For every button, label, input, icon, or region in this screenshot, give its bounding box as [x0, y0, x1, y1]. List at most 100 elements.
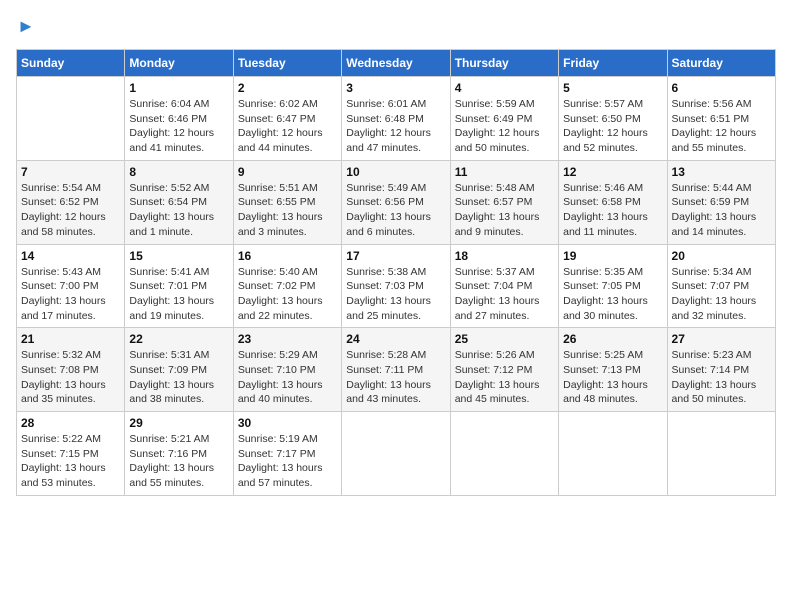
- calendar-cell: [450, 412, 558, 496]
- calendar-cell: 3 Sunrise: 6:01 AM Sunset: 6:48 PM Daylig…: [342, 77, 450, 161]
- calendar-header-row: SundayMondayTuesdayWednesdayThursdayFrid…: [17, 50, 776, 77]
- calendar-cell: 14 Sunrise: 5:43 AM Sunset: 7:00 PM Dayli…: [17, 244, 125, 328]
- calendar-cell: 27 Sunrise: 5:23 AM Sunset: 7:14 PM Dayli…: [667, 328, 775, 412]
- calendar-cell: 19 Sunrise: 5:35 AM Sunset: 7:05 PM Dayli…: [559, 244, 667, 328]
- calendar-week-row: 14 Sunrise: 5:43 AM Sunset: 7:00 PM Dayli…: [17, 244, 776, 328]
- calendar-cell: 11 Sunrise: 5:48 AM Sunset: 6:57 PM Dayli…: [450, 160, 558, 244]
- calendar-cell: 10 Sunrise: 5:49 AM Sunset: 6:56 PM Dayli…: [342, 160, 450, 244]
- day-number: 28: [21, 416, 120, 430]
- day-info: Sunrise: 5:52 AM Sunset: 6:54 PM Dayligh…: [129, 181, 228, 240]
- calendar-week-row: 21 Sunrise: 5:32 AM Sunset: 7:08 PM Dayli…: [17, 328, 776, 412]
- day-number: 3: [346, 81, 445, 95]
- day-info: Sunrise: 5:19 AM Sunset: 7:17 PM Dayligh…: [238, 432, 337, 491]
- column-header-saturday: Saturday: [667, 50, 775, 77]
- day-number: 1: [129, 81, 228, 95]
- column-header-tuesday: Tuesday: [233, 50, 341, 77]
- day-info: Sunrise: 5:48 AM Sunset: 6:57 PM Dayligh…: [455, 181, 554, 240]
- day-number: 7: [21, 165, 120, 179]
- calendar-cell: 8 Sunrise: 5:52 AM Sunset: 6:54 PM Daylig…: [125, 160, 233, 244]
- column-header-wednesday: Wednesday: [342, 50, 450, 77]
- calendar-cell: 28 Sunrise: 5:22 AM Sunset: 7:15 PM Dayli…: [17, 412, 125, 496]
- day-number: 9: [238, 165, 337, 179]
- day-info: Sunrise: 6:02 AM Sunset: 6:47 PM Dayligh…: [238, 97, 337, 156]
- day-number: 18: [455, 249, 554, 263]
- calendar-cell: 26 Sunrise: 5:25 AM Sunset: 7:13 PM Dayli…: [559, 328, 667, 412]
- day-number: 10: [346, 165, 445, 179]
- day-info: Sunrise: 5:54 AM Sunset: 6:52 PM Dayligh…: [21, 181, 120, 240]
- day-number: 15: [129, 249, 228, 263]
- day-info: Sunrise: 5:37 AM Sunset: 7:04 PM Dayligh…: [455, 265, 554, 324]
- day-info: Sunrise: 5:28 AM Sunset: 7:11 PM Dayligh…: [346, 348, 445, 407]
- day-number: 11: [455, 165, 554, 179]
- day-info: Sunrise: 5:31 AM Sunset: 7:09 PM Dayligh…: [129, 348, 228, 407]
- day-info: Sunrise: 5:26 AM Sunset: 7:12 PM Dayligh…: [455, 348, 554, 407]
- day-info: Sunrise: 5:29 AM Sunset: 7:10 PM Dayligh…: [238, 348, 337, 407]
- day-info: Sunrise: 5:41 AM Sunset: 7:01 PM Dayligh…: [129, 265, 228, 324]
- calendar-cell: 9 Sunrise: 5:51 AM Sunset: 6:55 PM Daylig…: [233, 160, 341, 244]
- calendar-cell: 7 Sunrise: 5:54 AM Sunset: 6:52 PM Daylig…: [17, 160, 125, 244]
- day-number: 20: [672, 249, 771, 263]
- calendar-table: SundayMondayTuesdayWednesdayThursdayFrid…: [16, 49, 776, 496]
- day-info: Sunrise: 5:21 AM Sunset: 7:16 PM Dayligh…: [129, 432, 228, 491]
- day-info: Sunrise: 5:59 AM Sunset: 6:49 PM Dayligh…: [455, 97, 554, 156]
- calendar-cell: 18 Sunrise: 5:37 AM Sunset: 7:04 PM Dayli…: [450, 244, 558, 328]
- calendar-cell: 25 Sunrise: 5:26 AM Sunset: 7:12 PM Dayli…: [450, 328, 558, 412]
- day-info: Sunrise: 5:44 AM Sunset: 6:59 PM Dayligh…: [672, 181, 771, 240]
- column-header-friday: Friday: [559, 50, 667, 77]
- day-number: 13: [672, 165, 771, 179]
- calendar-cell: [342, 412, 450, 496]
- day-info: Sunrise: 5:56 AM Sunset: 6:51 PM Dayligh…: [672, 97, 771, 156]
- day-number: 19: [563, 249, 662, 263]
- day-number: 26: [563, 332, 662, 346]
- day-number: 24: [346, 332, 445, 346]
- calendar-cell: [559, 412, 667, 496]
- day-info: Sunrise: 5:35 AM Sunset: 7:05 PM Dayligh…: [563, 265, 662, 324]
- calendar-cell: 15 Sunrise: 5:41 AM Sunset: 7:01 PM Dayli…: [125, 244, 233, 328]
- calendar-cell: 4 Sunrise: 5:59 AM Sunset: 6:49 PM Daylig…: [450, 77, 558, 161]
- day-info: Sunrise: 6:01 AM Sunset: 6:48 PM Dayligh…: [346, 97, 445, 156]
- day-number: 23: [238, 332, 337, 346]
- calendar-cell: [667, 412, 775, 496]
- calendar-cell: [17, 77, 125, 161]
- day-number: 22: [129, 332, 228, 346]
- day-number: 27: [672, 332, 771, 346]
- calendar-cell: 29Sunrise: 5:21 AM Sunset: 7:16 PM Dayli…: [125, 412, 233, 496]
- day-info: Sunrise: 5:40 AM Sunset: 7:02 PM Dayligh…: [238, 265, 337, 324]
- day-info: Sunrise: 5:23 AM Sunset: 7:14 PM Dayligh…: [672, 348, 771, 407]
- calendar-cell: 6Sunrise: 5:56 AM Sunset: 6:51 PM Daylig…: [667, 77, 775, 161]
- page-header: ►: [16, 16, 776, 37]
- calendar-cell: 24 Sunrise: 5:28 AM Sunset: 7:11 PM Dayli…: [342, 328, 450, 412]
- day-info: Sunrise: 6:04 AM Sunset: 6:46 PM Dayligh…: [129, 97, 228, 156]
- calendar-cell: 30 Sunrise: 5:19 AM Sunset: 7:17 PM Dayli…: [233, 412, 341, 496]
- day-number: 5: [563, 81, 662, 95]
- calendar-cell: 16 Sunrise: 5:40 AM Sunset: 7:02 PM Dayli…: [233, 244, 341, 328]
- day-info: Sunrise: 5:22 AM Sunset: 7:15 PM Dayligh…: [21, 432, 120, 491]
- calendar-cell: 1 Sunrise: 6:04 AM Sunset: 6:46 PM Daylig…: [125, 77, 233, 161]
- day-number: 2: [238, 81, 337, 95]
- calendar-cell: 20Sunrise: 5:34 AM Sunset: 7:07 PM Dayli…: [667, 244, 775, 328]
- column-header-monday: Monday: [125, 50, 233, 77]
- day-number: 21: [21, 332, 120, 346]
- day-number: 4: [455, 81, 554, 95]
- day-info: Sunrise: 5:25 AM Sunset: 7:13 PM Dayligh…: [563, 348, 662, 407]
- day-number: 25: [455, 332, 554, 346]
- day-info: Sunrise: 5:49 AM Sunset: 6:56 PM Dayligh…: [346, 181, 445, 240]
- day-number: 8: [129, 165, 228, 179]
- day-number: 16: [238, 249, 337, 263]
- logo-arrow-icon: ►: [17, 16, 35, 37]
- logo: ►: [16, 16, 35, 37]
- day-number: 17: [346, 249, 445, 263]
- calendar-cell: 12Sunrise: 5:46 AM Sunset: 6:58 PM Dayli…: [559, 160, 667, 244]
- column-header-sunday: Sunday: [17, 50, 125, 77]
- calendar-week-row: 7 Sunrise: 5:54 AM Sunset: 6:52 PM Daylig…: [17, 160, 776, 244]
- day-info: Sunrise: 5:38 AM Sunset: 7:03 PM Dayligh…: [346, 265, 445, 324]
- day-info: Sunrise: 5:43 AM Sunset: 7:00 PM Dayligh…: [21, 265, 120, 324]
- day-info: Sunrise: 5:51 AM Sunset: 6:55 PM Dayligh…: [238, 181, 337, 240]
- calendar-cell: 5Sunrise: 5:57 AM Sunset: 6:50 PM Daylig…: [559, 77, 667, 161]
- day-number: 30: [238, 416, 337, 430]
- day-number: 12: [563, 165, 662, 179]
- calendar-cell: 22 Sunrise: 5:31 AM Sunset: 7:09 PM Dayli…: [125, 328, 233, 412]
- day-number: 14: [21, 249, 120, 263]
- day-info: Sunrise: 5:32 AM Sunset: 7:08 PM Dayligh…: [21, 348, 120, 407]
- calendar-cell: 23 Sunrise: 5:29 AM Sunset: 7:10 PM Dayli…: [233, 328, 341, 412]
